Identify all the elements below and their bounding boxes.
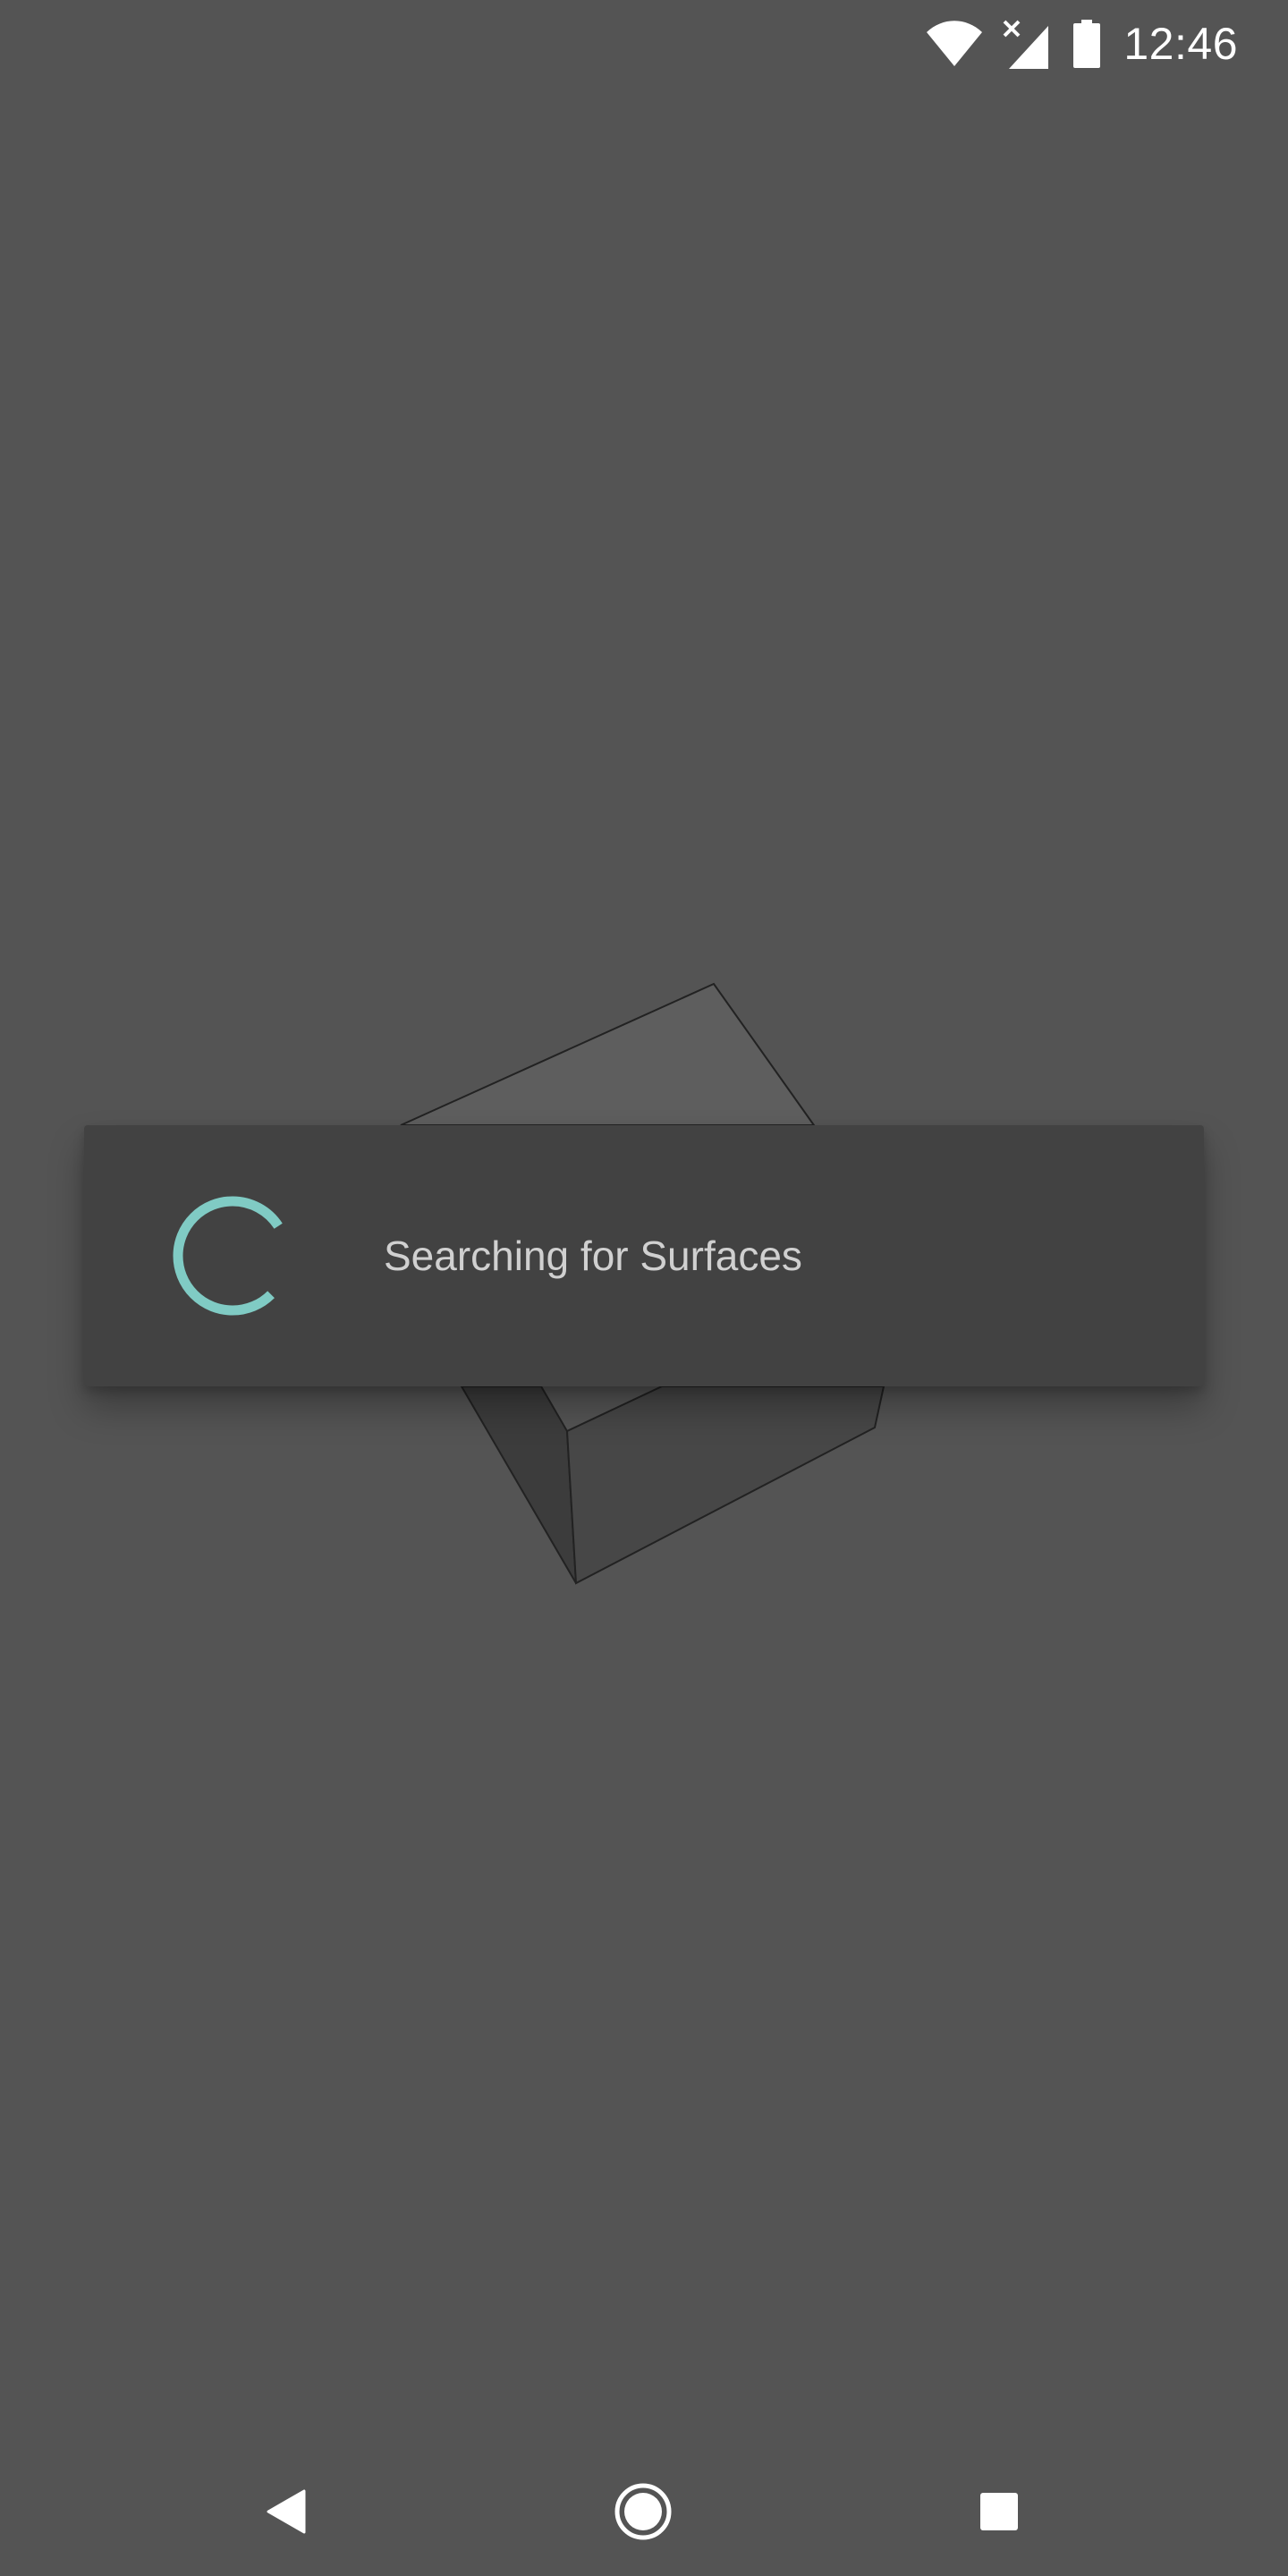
battery-icon: [1073, 20, 1101, 68]
home-button[interactable]: [579, 2447, 708, 2576]
back-icon: [267, 2489, 306, 2534]
status-bar: 12:46: [0, 0, 1288, 86]
recents-icon: [980, 2493, 1018, 2530]
searching-surfaces-card: Searching for Surfaces: [84, 1125, 1204, 1386]
navigation-bar: [0, 2447, 1288, 2576]
loading-spinner-icon: [173, 1196, 292, 1316]
status-clock: 12:46: [1123, 19, 1238, 69]
back-button[interactable]: [222, 2447, 351, 2576]
home-icon: [614, 2483, 672, 2540]
ar-camera-view: 12:46 Searching for Surfaces: [0, 0, 1288, 2576]
signal-no-data-icon: [1003, 20, 1049, 69]
recents-button[interactable]: [935, 2447, 1063, 2576]
wifi-icon: [927, 21, 983, 66]
searching-message: Searching for Surfaces: [384, 1233, 802, 1279]
